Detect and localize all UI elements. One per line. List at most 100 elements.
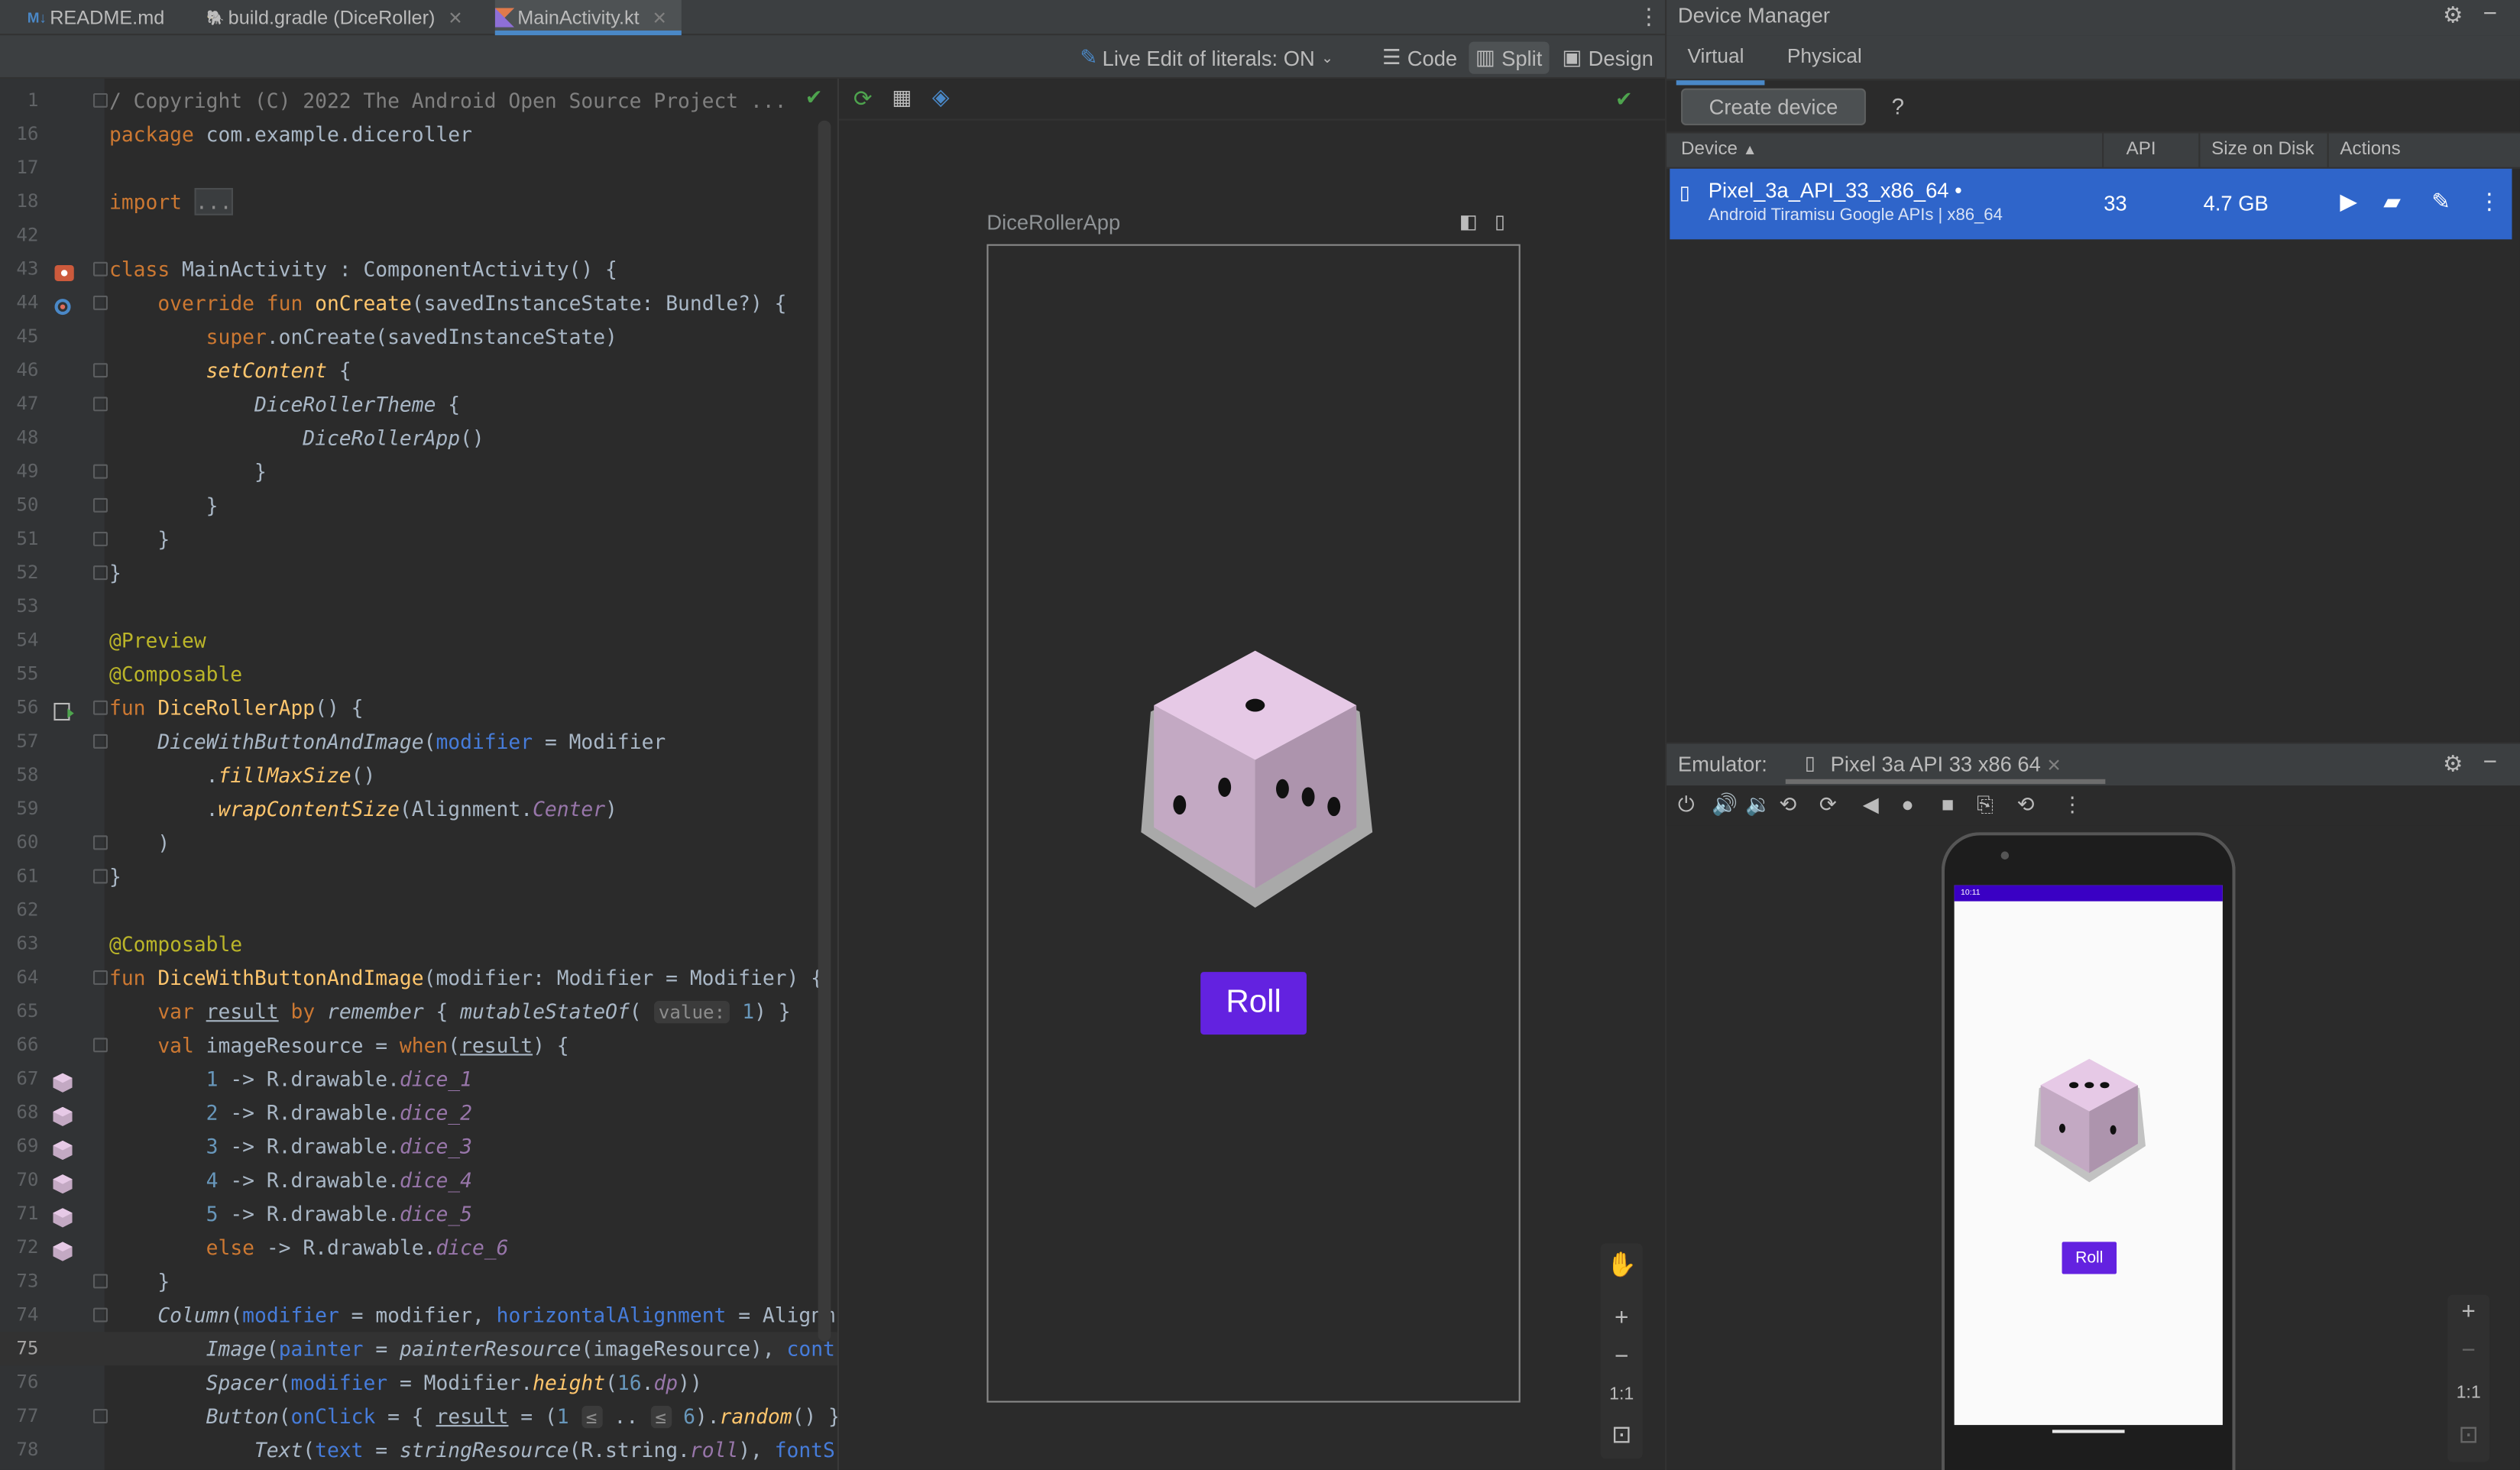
code-line[interactable]: 52} (0, 556, 837, 590)
code-line[interactable]: 62 (0, 893, 837, 927)
device-row[interactable]: ▯ Pixel_3a_API_33_x86_64 • Android Tiram… (1670, 168, 2512, 240)
zoom-actual-size-button[interactable]: 1:1 (1601, 1385, 1643, 1404)
create-device-button[interactable]: Create device (1681, 88, 1866, 126)
fold-marker-icon[interactable] (92, 733, 108, 749)
volume-down-icon[interactable]: 🔉 (1745, 792, 1771, 818)
minimize-icon[interactable]: − (2483, 0, 2497, 28)
fold-marker-icon[interactable] (92, 261, 108, 277)
code-line[interactable]: 63 @Composable (0, 927, 837, 960)
code-line[interactable]: 75 Image(painter = painterResource(image… (0, 1332, 837, 1366)
code-line[interactable]: 50 } (0, 488, 837, 522)
code-line[interactable]: 77 Button(onClick = { result = (1 ≤ .. ≤… (0, 1399, 837, 1433)
fold-marker-icon[interactable] (92, 970, 108, 985)
code-line[interactable]: 1 / Copyright (C) 2022 The Android Open S… (0, 83, 837, 117)
code-editor[interactable]: 1 / Copyright (C) 2022 The Android Open S… (0, 79, 837, 1470)
code-line[interactable]: 57 DiceWithButtonAndImage(modifier = Mod… (0, 724, 837, 758)
code-line[interactable]: 68 2 -> R.drawable.dice_2 (0, 1096, 837, 1129)
code-line[interactable]: 70 4 -> R.drawable.dice_4 (0, 1163, 837, 1196)
play-icon[interactable]: ▶ (2340, 188, 2357, 215)
code-line[interactable]: 55 @Composable (0, 657, 837, 691)
folder-icon[interactable]: ▰ (2383, 188, 2401, 215)
zoom-in-icon[interactable]: + (2447, 1298, 2489, 1326)
fold-marker-icon[interactable] (92, 497, 108, 513)
zoom-in-icon[interactable]: + (1601, 1304, 1643, 1332)
fold-marker-icon[interactable] (92, 531, 108, 546)
fold-marker-icon[interactable] (92, 700, 108, 715)
fold-marker-icon[interactable] (92, 835, 108, 850)
more-actions-icon[interactable]: ⋮ (2478, 188, 2500, 215)
code-line[interactable]: 42 (0, 219, 837, 252)
code-line[interactable]: 45 super.onCreate(savedInstanceState) (0, 319, 837, 353)
overview-icon[interactable]: ■ (1942, 792, 1955, 817)
close-icon[interactable]: ✕ (653, 7, 667, 28)
layers-icon[interactable]: ◈ (932, 83, 950, 111)
design-view-button[interactable]: ▣ Design (1562, 42, 1653, 74)
zoom-actual-size-button[interactable]: 1:1 (2447, 1383, 2489, 1402)
code-line[interactable]: 47 DiceRollerTheme { (0, 387, 837, 421)
tab-physical[interactable]: Physical (1787, 45, 1862, 67)
back-icon[interactable]: ◀ (1863, 792, 1879, 818)
close-icon[interactable]: ✕ (2046, 756, 2061, 775)
deploy-to-device-icon[interactable]: ▯ (1495, 210, 1505, 232)
help-button[interactable]: ? (1892, 93, 1904, 119)
no-problems-check-icon[interactable]: ✔ (805, 85, 823, 111)
emulator-device-tab[interactable]: Pixel 3a API 33 x86 64 ✕ (1831, 752, 2062, 776)
snapshot-icon[interactable]: ⟲ (2017, 792, 2035, 818)
tab-virtual[interactable]: Virtual (1676, 45, 1766, 86)
emulator-roll-button[interactable]: Roll (2062, 1242, 2117, 1274)
fold-marker-icon[interactable] (92, 869, 108, 884)
tab-readme[interactable]: M↓ README.md (28, 0, 165, 35)
edit-icon[interactable]: ✎ (2431, 188, 2450, 215)
code-line[interactable]: 71 5 -> R.drawable.dice_5 (0, 1197, 837, 1231)
code-line[interactable]: 43 class MainActivity : ComponentActivity… (0, 252, 837, 286)
close-icon[interactable]: ✕ (448, 7, 462, 28)
zoom-fit-icon[interactable]: ⊡ (1601, 1420, 1643, 1449)
tab-main-activity[interactable]: MainActivity.kt ✕ (494, 0, 682, 36)
code-view-button[interactable]: ☰ Code (1382, 42, 1457, 74)
camera-icon[interactable]: ⎘ (1977, 792, 1994, 818)
gesture-nav-bar[interactable] (2052, 1430, 2125, 1433)
code-line[interactable]: 67 1 -> R.drawable.dice_1 (0, 1062, 837, 1096)
editor-scrollbar[interactable] (818, 120, 831, 1342)
code-line[interactable]: 54 @Preview (0, 623, 837, 657)
zoom-out-icon[interactable]: − (1601, 1343, 1643, 1371)
code-line[interactable]: 49 } (0, 455, 837, 488)
home-icon[interactable]: ● (1901, 792, 1914, 817)
gear-icon[interactable]: ⚙ (2443, 750, 2463, 778)
fold-marker-icon[interactable] (92, 92, 108, 108)
code-line[interactable]: 56 fun DiceRollerApp() { (0, 691, 837, 724)
code-line[interactable]: 74 Column(modifier = modifier, horizonta… (0, 1298, 837, 1332)
refresh-icon[interactable]: ⟳ (853, 85, 873, 112)
layout-grid-icon[interactable]: ▦ (892, 85, 912, 111)
fold-marker-icon[interactable] (92, 295, 108, 310)
fold-marker-icon[interactable] (92, 1274, 108, 1289)
pan-hand-icon[interactable]: ✋ (1601, 1250, 1643, 1279)
col-size[interactable]: Size on Disk (2211, 140, 2314, 159)
code-line[interactable]: 51 } (0, 522, 837, 555)
power-icon[interactable]: ⏻ (1678, 792, 1695, 818)
rotate-left-icon[interactable]: ⟲ (1779, 792, 1796, 818)
col-api[interactable]: API (2126, 140, 2156, 159)
gear-icon[interactable]: ⚙ (2443, 2, 2463, 29)
android-activity-icon[interactable] (53, 259, 74, 281)
code-line[interactable]: 69 3 -> R.drawable.dice_3 (0, 1129, 837, 1163)
col-device[interactable]: Device ▲ (1681, 140, 1757, 159)
code-line[interactable]: 46 setContent { (0, 354, 837, 387)
code-line[interactable]: 60 ) (0, 826, 837, 860)
fold-marker-icon[interactable] (92, 565, 108, 581)
code-line[interactable]: 76 Spacer(modifier = Modifier.height(16.… (0, 1365, 837, 1399)
code-line[interactable]: 66 val imageResource = when(result) { (0, 1028, 837, 1062)
emulator-screen[interactable]: 10:11 Roll (1954, 885, 2223, 1433)
code-line[interactable]: 58 .fillMaxSize() (0, 758, 837, 792)
volume-up-icon[interactable]: 🔊 (1712, 792, 1738, 818)
code-line[interactable]: 78 Text(text = stringResource(R.string.r… (0, 1433, 837, 1467)
code-line[interactable]: 18 import ... (0, 185, 837, 219)
rotate-right-icon[interactable]: ⟳ (1819, 792, 1837, 818)
zoom-out-icon[interactable]: − (2447, 1336, 2489, 1364)
code-line[interactable]: 61} (0, 860, 837, 893)
more-tabs-icon[interactable]: ⋮ (1637, 3, 1660, 31)
minimize-icon[interactable]: − (2483, 749, 2497, 776)
fold-marker-icon[interactable] (92, 397, 108, 412)
code-line[interactable]: 59 .wrapContentSize(Alignment.Center) (0, 792, 837, 826)
fold-marker-icon[interactable] (92, 1307, 108, 1323)
